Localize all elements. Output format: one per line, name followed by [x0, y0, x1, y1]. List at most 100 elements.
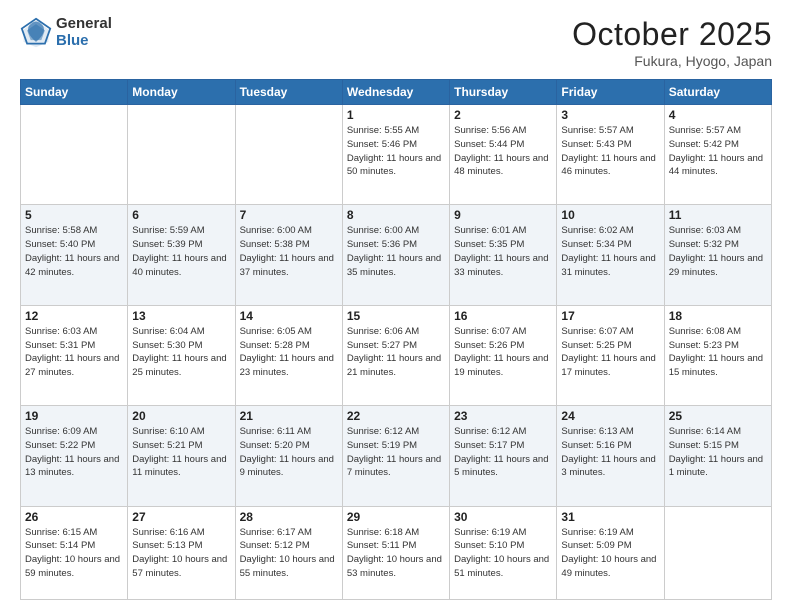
table-row: 28Sunrise: 6:17 AM Sunset: 5:12 PM Dayli… [235, 506, 342, 599]
day-info: Sunrise: 5:57 AM Sunset: 5:42 PM Dayligh… [669, 124, 767, 179]
table-row: 2Sunrise: 5:56 AM Sunset: 5:44 PM Daylig… [450, 105, 557, 205]
day-info: Sunrise: 6:12 AM Sunset: 5:19 PM Dayligh… [347, 425, 445, 480]
table-row: 30Sunrise: 6:19 AM Sunset: 5:10 PM Dayli… [450, 506, 557, 599]
table-row: 18 Sunrise: 6:08 AM Sunset: 5:23 PM Dayli… [664, 305, 771, 405]
day-number: 17 [561, 309, 659, 323]
day-number: 12 [25, 309, 123, 323]
day-number: 18 [669, 309, 767, 323]
table-row: 31 Sunrise: 6:19 AM Sunset: 5:09 PM Dayli… [557, 506, 664, 599]
logo-text: General Blue [56, 16, 112, 49]
table-row: 27Sunrise: 6:16 AM Sunset: 5:13 PM Dayli… [128, 506, 235, 599]
day-info: Sunrise: 6:15 AM Sunset: 5:14 PM Dayligh… [25, 526, 123, 581]
day-number: 27 [132, 510, 230, 524]
day-info: Sunrise: 6:08 AM Sunset: 5:23 PM Dayligh… [669, 325, 767, 380]
day-number: 10 [561, 208, 659, 222]
header-tuesday: Tuesday [235, 80, 342, 105]
table-row: 16 Sunrise: 6:07 AM Sunset: 5:26 PM Dayli… [450, 305, 557, 405]
table-row: 9Sunrise: 6:01 AM Sunset: 5:35 PM Daylig… [450, 205, 557, 305]
day-info: Sunrise: 6:04 AM Sunset: 5:30 PM Dayligh… [132, 325, 230, 380]
weekday-header-row: Sunday Monday Tuesday Wednesday Thursday… [21, 80, 772, 105]
table-row: 3 Sunrise: 5:57 AM Sunset: 5:43 PM Daylig… [557, 105, 664, 205]
table-row [235, 105, 342, 205]
table-row: 25 Sunrise: 6:14 AM Sunset: 5:15 PM Dayli… [664, 406, 771, 506]
table-row: 21 Sunrise: 6:11 AM Sunset: 5:20 PM Dayli… [235, 406, 342, 506]
day-info: Sunrise: 6:06 AM Sunset: 5:27 PM Dayligh… [347, 325, 445, 380]
table-row: 22 Sunrise: 6:12 AM Sunset: 5:19 PM Dayli… [342, 406, 449, 506]
calendar-week-row: 1Sunrise: 5:55 AM Sunset: 5:46 PM Daylig… [21, 105, 772, 205]
day-number: 16 [454, 309, 552, 323]
title-block: October 2025 Fukura, Hyogo, Japan [572, 16, 772, 69]
header-friday: Friday [557, 80, 664, 105]
day-number: 7 [240, 208, 338, 222]
table-row: 17 Sunrise: 6:07 AM Sunset: 5:25 PM Dayli… [557, 305, 664, 405]
table-row: 24 Sunrise: 6:13 AM Sunset: 5:16 PM Dayli… [557, 406, 664, 506]
location: Fukura, Hyogo, Japan [572, 53, 772, 69]
table-row: 6 Sunrise: 5:59 AM Sunset: 5:39 PM Daylig… [128, 205, 235, 305]
day-info: Sunrise: 6:17 AM Sunset: 5:12 PM Dayligh… [240, 526, 338, 581]
day-number: 23 [454, 409, 552, 423]
day-number: 25 [669, 409, 767, 423]
day-info: Sunrise: 6:13 AM Sunset: 5:16 PM Dayligh… [561, 425, 659, 480]
calendar-week-row: 19 Sunrise: 6:09 AM Sunset: 5:22 PM Dayli… [21, 406, 772, 506]
header: General Blue October 2025 Fukura, Hyogo,… [20, 16, 772, 69]
table-row: 12 Sunrise: 6:03 AM Sunset: 5:31 PM Dayli… [21, 305, 128, 405]
day-number: 31 [561, 510, 659, 524]
day-info: Sunrise: 6:07 AM Sunset: 5:26 PM Dayligh… [454, 325, 552, 380]
month-title: October 2025 [572, 16, 772, 53]
day-info: Sunrise: 5:58 AM Sunset: 5:40 PM Dayligh… [25, 224, 123, 279]
table-row: 8Sunrise: 6:00 AM Sunset: 5:36 PM Daylig… [342, 205, 449, 305]
day-info: Sunrise: 6:02 AM Sunset: 5:34 PM Dayligh… [561, 224, 659, 279]
day-info: Sunrise: 6:07 AM Sunset: 5:25 PM Dayligh… [561, 325, 659, 380]
day-number: 24 [561, 409, 659, 423]
day-number: 6 [132, 208, 230, 222]
table-row: 13Sunrise: 6:04 AM Sunset: 5:30 PM Dayli… [128, 305, 235, 405]
day-number: 4 [669, 108, 767, 122]
day-info: Sunrise: 6:12 AM Sunset: 5:17 PM Dayligh… [454, 425, 552, 480]
day-info: Sunrise: 6:09 AM Sunset: 5:22 PM Dayligh… [25, 425, 123, 480]
day-info: Sunrise: 6:05 AM Sunset: 5:28 PM Dayligh… [240, 325, 338, 380]
day-number: 26 [25, 510, 123, 524]
day-info: Sunrise: 6:01 AM Sunset: 5:35 PM Dayligh… [454, 224, 552, 279]
table-row: 7 Sunrise: 6:00 AM Sunset: 5:38 PM Daylig… [235, 205, 342, 305]
table-row: 11Sunrise: 6:03 AM Sunset: 5:32 PM Dayli… [664, 205, 771, 305]
table-row: 29 Sunrise: 6:18 AM Sunset: 5:11 PM Dayli… [342, 506, 449, 599]
day-info: Sunrise: 6:03 AM Sunset: 5:31 PM Dayligh… [25, 325, 123, 380]
logo-general-label: General [56, 16, 112, 33]
day-number: 20 [132, 409, 230, 423]
table-row: 1Sunrise: 5:55 AM Sunset: 5:46 PM Daylig… [342, 105, 449, 205]
day-info: Sunrise: 6:11 AM Sunset: 5:20 PM Dayligh… [240, 425, 338, 480]
calendar-week-row: 12 Sunrise: 6:03 AM Sunset: 5:31 PM Dayli… [21, 305, 772, 405]
calendar-table: Sunday Monday Tuesday Wednesday Thursday… [20, 79, 772, 600]
day-number: 2 [454, 108, 552, 122]
table-row: 5Sunrise: 5:58 AM Sunset: 5:40 PM Daylig… [21, 205, 128, 305]
day-number: 22 [347, 409, 445, 423]
table-row [664, 506, 771, 599]
day-info: Sunrise: 5:59 AM Sunset: 5:39 PM Dayligh… [132, 224, 230, 279]
day-info: Sunrise: 6:19 AM Sunset: 5:09 PM Dayligh… [561, 526, 659, 581]
header-saturday: Saturday [664, 80, 771, 105]
header-wednesday: Wednesday [342, 80, 449, 105]
day-info: Sunrise: 5:55 AM Sunset: 5:46 PM Dayligh… [347, 124, 445, 179]
calendar-week-row: 26 Sunrise: 6:15 AM Sunset: 5:14 PM Dayli… [21, 506, 772, 599]
calendar-week-row: 5Sunrise: 5:58 AM Sunset: 5:40 PM Daylig… [21, 205, 772, 305]
header-sunday: Sunday [21, 80, 128, 105]
logo-icon [20, 17, 52, 49]
day-info: Sunrise: 6:14 AM Sunset: 5:15 PM Dayligh… [669, 425, 767, 480]
day-number: 29 [347, 510, 445, 524]
day-info: Sunrise: 6:00 AM Sunset: 5:38 PM Dayligh… [240, 224, 338, 279]
day-info: Sunrise: 6:18 AM Sunset: 5:11 PM Dayligh… [347, 526, 445, 581]
day-number: 11 [669, 208, 767, 222]
day-number: 19 [25, 409, 123, 423]
day-number: 14 [240, 309, 338, 323]
day-number: 21 [240, 409, 338, 423]
logo-blue-label: Blue [56, 33, 112, 50]
table-row: 10 Sunrise: 6:02 AM Sunset: 5:34 PM Dayli… [557, 205, 664, 305]
day-info: Sunrise: 5:57 AM Sunset: 5:43 PM Dayligh… [561, 124, 659, 179]
day-number: 15 [347, 309, 445, 323]
table-row: 15 Sunrise: 6:06 AM Sunset: 5:27 PM Dayli… [342, 305, 449, 405]
logo: General Blue [20, 16, 112, 49]
header-monday: Monday [128, 80, 235, 105]
day-number: 3 [561, 108, 659, 122]
day-info: Sunrise: 6:00 AM Sunset: 5:36 PM Dayligh… [347, 224, 445, 279]
table-row: 26 Sunrise: 6:15 AM Sunset: 5:14 PM Dayli… [21, 506, 128, 599]
